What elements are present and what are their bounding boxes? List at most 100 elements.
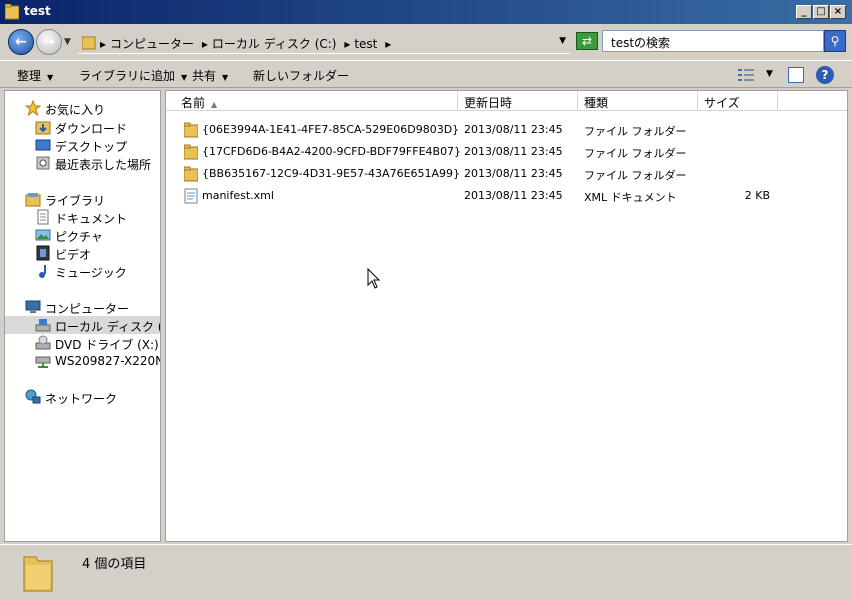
maximize-button[interactable]: □: [813, 5, 829, 19]
xml-file-icon: [184, 188, 198, 204]
nav-libraries[interactable]: ライブラリ: [25, 190, 160, 208]
chevron-down-icon: ▼: [47, 73, 54, 82]
folder-icon: [5, 4, 19, 20]
preview-pane-icon[interactable]: [788, 67, 804, 83]
recent-pages-dropdown-icon[interactable]: ▼: [64, 37, 71, 47]
nav-label: ドキュメント: [55, 212, 128, 226]
back-arrow-icon: ←: [15, 34, 27, 50]
network-icon: [25, 389, 41, 404]
file-list[interactable]: 名前 ▲ 更新日時 種類 サイズ {06E3994A-1E41-4FE7-85CA…: [165, 90, 848, 542]
column-label: 種類: [584, 96, 609, 110]
minimize-button[interactable]: _: [796, 5, 812, 19]
column-header-size[interactable]: サイズ: [698, 91, 778, 111]
libraries-icon: [25, 193, 41, 207]
file-row[interactable]: {17CFD6D6-B4A2-4200-9CFD-BDF79FFE4B07} 2…: [166, 141, 847, 163]
column-label: 名前: [181, 96, 206, 110]
search-input[interactable]: testの検索: [602, 30, 824, 52]
help-icon[interactable]: ?: [816, 66, 834, 84]
nav-label: デスクトップ: [55, 140, 128, 154]
nav-network-share[interactable]: WS209827-X220N1 (: [35, 352, 160, 370]
organize-menu[interactable]: 整理 ▼: [17, 67, 53, 84]
nav-downloads[interactable]: ダウンロード: [35, 118, 160, 136]
view-options-icon[interactable]: [738, 68, 754, 82]
breadcrumb-test[interactable]: test: [354, 37, 377, 51]
nav-label: ライブラリ: [45, 194, 106, 208]
nav-local-disk[interactable]: ローカル ディスク (C:): [5, 316, 160, 334]
mouse-cursor-icon: [367, 268, 381, 289]
chevron-down-icon: ▼: [222, 73, 229, 82]
new-folder-button[interactable]: 新しいフォルダー: [253, 67, 349, 84]
nav-pictures[interactable]: ピクチャ: [35, 226, 160, 244]
nav-documents[interactable]: ドキュメント: [35, 208, 160, 226]
nav-label: お気に入り: [45, 103, 106, 117]
documents-icon: [37, 209, 49, 225]
file-date: 2013/08/11 23:45: [464, 189, 563, 202]
nav-network[interactable]: ネットワーク: [25, 388, 160, 406]
file-date: 2013/08/11 23:45: [464, 123, 563, 136]
file-type: ファイル フォルダー: [584, 169, 687, 182]
column-header-row: 名前 ▲ 更新日時 種類 サイズ: [166, 91, 847, 111]
file-name: {06E3994A-1E41-4FE7-85CA-529E06D9803D}: [202, 123, 460, 136]
address-dropdown-icon[interactable]: ▼: [559, 36, 566, 46]
nav-favorites[interactable]: お気に入り: [25, 99, 160, 117]
nav-dvd-drive[interactable]: DVD ドライブ (X:) GRI: [35, 334, 160, 352]
details-pane: 4 個の項目: [0, 544, 852, 600]
folder-icon: [184, 166, 198, 182]
sort-ascending-icon: ▲: [211, 100, 218, 109]
column-header-type[interactable]: 種類: [578, 91, 698, 111]
pictures-icon: [35, 229, 51, 241]
dvd-drive-icon: [35, 335, 51, 350]
file-date: 2013/08/11 23:45: [464, 145, 563, 158]
folder-icon: [184, 122, 198, 138]
nav-label: ローカル ディスク (C:): [55, 320, 160, 334]
file-type: XML ドキュメント: [584, 191, 677, 204]
folder-icon: [82, 36, 96, 50]
folder-icon: [23, 556, 53, 592]
file-row[interactable]: {06E3994A-1E41-4FE7-85CA-529E06D9803D} 2…: [166, 119, 847, 141]
close-button[interactable]: ×: [830, 5, 846, 19]
file-row[interactable]: {BB635167-12C9-4D31-9E57-43A76E651A99} 2…: [166, 163, 847, 185]
share-label: 共有: [192, 69, 217, 83]
new-folder-label: 新しいフォルダー: [253, 69, 350, 83]
title-bar: test _ □ ×: [0, 0, 852, 24]
videos-icon: [36, 245, 50, 261]
chevron-down-icon: ▼: [181, 73, 188, 82]
forward-button[interactable]: →: [36, 29, 62, 55]
breadcrumb-separator-icon[interactable]: ▸: [100, 37, 106, 51]
breadcrumb-separator-icon[interactable]: ▸: [344, 37, 350, 51]
breadcrumb-computer[interactable]: コンピューター: [110, 37, 194, 51]
file-type: ファイル フォルダー: [584, 147, 687, 160]
breadcrumb-local-disk[interactable]: ローカル ディスク (C:): [212, 37, 337, 51]
file-row[interactable]: manifest.xml 2013/08/11 23:45 XML ドキュメント…: [166, 185, 847, 207]
column-header-date[interactable]: 更新日時: [458, 91, 578, 111]
star-icon: [25, 100, 41, 116]
address-bar[interactable]: ▸ コンピューター ▸ ローカル ディスク (C:) ▸ test ▸ ▼: [78, 30, 570, 54]
column-label: 更新日時: [464, 96, 513, 110]
folder-icon: [184, 144, 198, 160]
refresh-button[interactable]: ⇄: [576, 32, 598, 50]
nav-label: ビデオ: [55, 248, 92, 262]
nav-desktop[interactable]: デスクトップ: [35, 136, 160, 154]
add-to-library-menu[interactable]: ライブラリに追加 ▼: [79, 67, 187, 84]
add-to-library-label: ライブラリに追加: [79, 69, 176, 83]
search-icon: ⚲: [830, 34, 840, 48]
nav-music[interactable]: ミュージック: [35, 262, 160, 280]
recent-places-icon: [36, 156, 50, 170]
organize-label: 整理: [17, 69, 42, 83]
share-menu[interactable]: 共有 ▼: [192, 67, 228, 84]
search-button[interactable]: ⚲: [824, 30, 846, 52]
nav-label: ネットワーク: [45, 392, 118, 406]
back-button[interactable]: ←: [8, 29, 34, 55]
network-drive-icon: [35, 356, 51, 368]
nav-label: ミュージック: [55, 266, 127, 280]
nav-label: コンピューター: [45, 302, 130, 316]
nav-recent-places[interactable]: 最近表示した場所: [35, 154, 160, 172]
local-disk-icon: [35, 319, 51, 332]
breadcrumb-separator-icon[interactable]: ▸: [385, 37, 391, 51]
breadcrumb-separator-icon[interactable]: ▸: [202, 37, 208, 51]
nav-videos[interactable]: ビデオ: [35, 244, 160, 262]
navigation-pane[interactable]: お気に入り ダウンロード デスクトップ 最近表示した場所 ライブラリ ドキュメン…: [4, 90, 161, 542]
nav-computer[interactable]: コンピューター: [25, 298, 160, 316]
view-dropdown-icon[interactable]: ▼: [766, 69, 773, 79]
column-header-name[interactable]: 名前 ▲: [166, 91, 458, 111]
